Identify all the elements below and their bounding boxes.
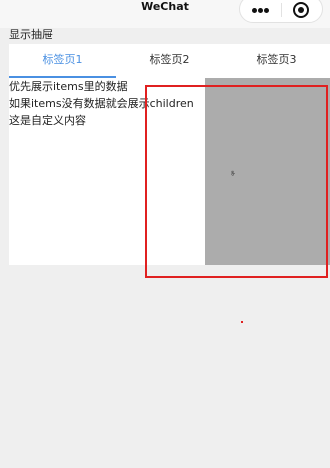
- target-circle-icon[interactable]: [293, 2, 309, 18]
- navigation-bar: WeChat: [0, 0, 330, 28]
- tab-1[interactable]: 标签页1: [9, 44, 116, 78]
- capsule-divider: [281, 3, 282, 17]
- tab-bar: 标签页1 标签页2 标签页3: [9, 44, 330, 78]
- drawer-mark: ab: [230, 170, 236, 176]
- drawer-panel[interactable]: ab: [205, 78, 330, 265]
- capsule-menu: [239, 0, 323, 23]
- tab-2[interactable]: 标签页2: [116, 44, 223, 78]
- red-dot: [241, 321, 243, 323]
- content-line-3: 这是自定义内容: [9, 114, 86, 127]
- tab-content: 优先展示items里的数据 如果items没有数据就会展示children 这是…: [9, 78, 330, 265]
- more-dots-icon[interactable]: [252, 8, 270, 13]
- section-label: 显示抽屉: [9, 28, 53, 41]
- content-line-2: 如果items没有数据就会展示children: [9, 97, 194, 110]
- tab-3[interactable]: 标签页3: [223, 44, 330, 78]
- page: WeChat 显示抽屉 标签页1 标签页2 标签页3 优先展示items里的数据…: [0, 0, 330, 468]
- content-line-1: 优先展示items里的数据: [9, 80, 128, 93]
